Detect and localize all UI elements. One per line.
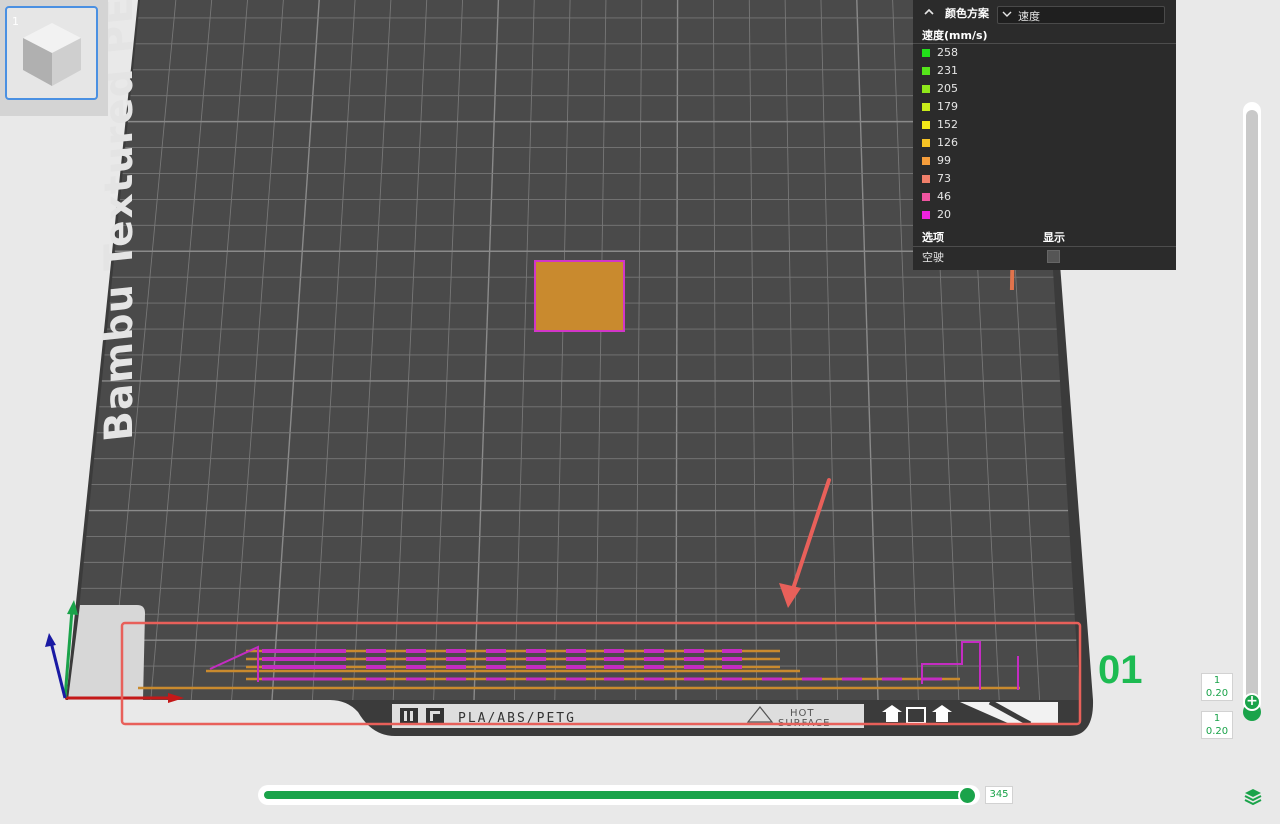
color-swatch: [922, 193, 930, 201]
color-swatch: [922, 139, 930, 147]
speed-legend-item: 126: [922, 135, 1042, 151]
speed-legend-title: 速度(mm/s): [922, 29, 988, 42]
color-scheme-panel: 颜色方案 速度 速度(mm/s) 258 231 205 179 152 126 99 73 4…: [913, 0, 1176, 270]
legend-divider: [913, 43, 1176, 44]
speed-legend-item: 20: [922, 207, 1042, 223]
speed-legend-value: 258: [937, 46, 958, 59]
color-scheme-select[interactable]: 速度: [997, 6, 1165, 24]
annotation-number: 01: [1098, 648, 1143, 692]
color-swatch: [922, 211, 930, 219]
chevron-up-icon[interactable]: [923, 6, 935, 18]
color-swatch: [922, 49, 930, 57]
color-scheme-value: 速度: [1018, 10, 1040, 23]
speed-legend-item: 73: [922, 171, 1042, 187]
color-swatch: [922, 175, 930, 183]
color-swatch: [922, 85, 930, 93]
plate-index: 1: [12, 15, 19, 28]
speed-legend-value: 179: [937, 100, 958, 113]
speed-legend-value: 73: [937, 172, 951, 185]
cube-icon: [23, 23, 81, 86]
printed-object-square[interactable]: [534, 260, 625, 332]
speed-legend-item: 179: [922, 99, 1042, 115]
layers-icon[interactable]: [1243, 787, 1263, 807]
plus-icon: +: [1246, 693, 1258, 709]
speed-legend-value: 231: [937, 64, 958, 77]
layer-top-badge: 1 0.20: [1201, 673, 1233, 701]
show-label: 显示: [1043, 231, 1065, 244]
layer-top-handle[interactable]: +: [1243, 693, 1261, 711]
layer-bottom-height: 0.20: [1205, 726, 1229, 737]
speed-legend-value: 46: [937, 190, 951, 203]
speed-legend-item: 205: [922, 81, 1042, 97]
legend-header: 颜色方案 速度: [913, 0, 1176, 28]
chevron-down-icon: [1002, 11, 1012, 17]
speed-legend-value: 99: [937, 154, 951, 167]
speed-legend-value: 205: [937, 82, 958, 95]
speed-legend-item: 152: [922, 117, 1042, 133]
layer-top-height: 0.20: [1205, 688, 1229, 699]
move-slider-handle[interactable]: [958, 786, 977, 805]
layer-top-number: 1: [1213, 675, 1221, 686]
speed-legend-item: 99: [922, 153, 1042, 169]
color-swatch: [922, 103, 930, 111]
corner-marker: [68, 605, 145, 700]
options-label: 选项: [922, 231, 944, 244]
color-scheme-title: 颜色方案: [945, 7, 989, 20]
travel-visibility-checkbox[interactable]: [1047, 250, 1060, 263]
color-swatch: [922, 121, 930, 129]
speed-legend-value: 20: [937, 208, 951, 221]
plate-thumbnail-panel: 1: [0, 0, 108, 116]
color-swatch: [922, 157, 930, 165]
layer-bottom-badge: 1 0.20: [1201, 711, 1233, 739]
speed-legend-item: 258: [922, 45, 1042, 61]
speed-legend-item: 46: [922, 189, 1042, 205]
color-swatch: [922, 67, 930, 75]
travel-option-label: 空驶: [922, 251, 944, 264]
layer-slider-track: [1246, 110, 1258, 704]
layer-bottom-number: 1: [1213, 713, 1221, 724]
speed-legend-item: 231: [922, 63, 1042, 79]
speed-legend-value: 152: [937, 118, 958, 131]
move-slider-value: 345: [985, 786, 1013, 804]
legend-divider: [913, 246, 1176, 247]
move-slider-fill: [264, 791, 968, 799]
speed-legend-value: 126: [937, 136, 958, 149]
